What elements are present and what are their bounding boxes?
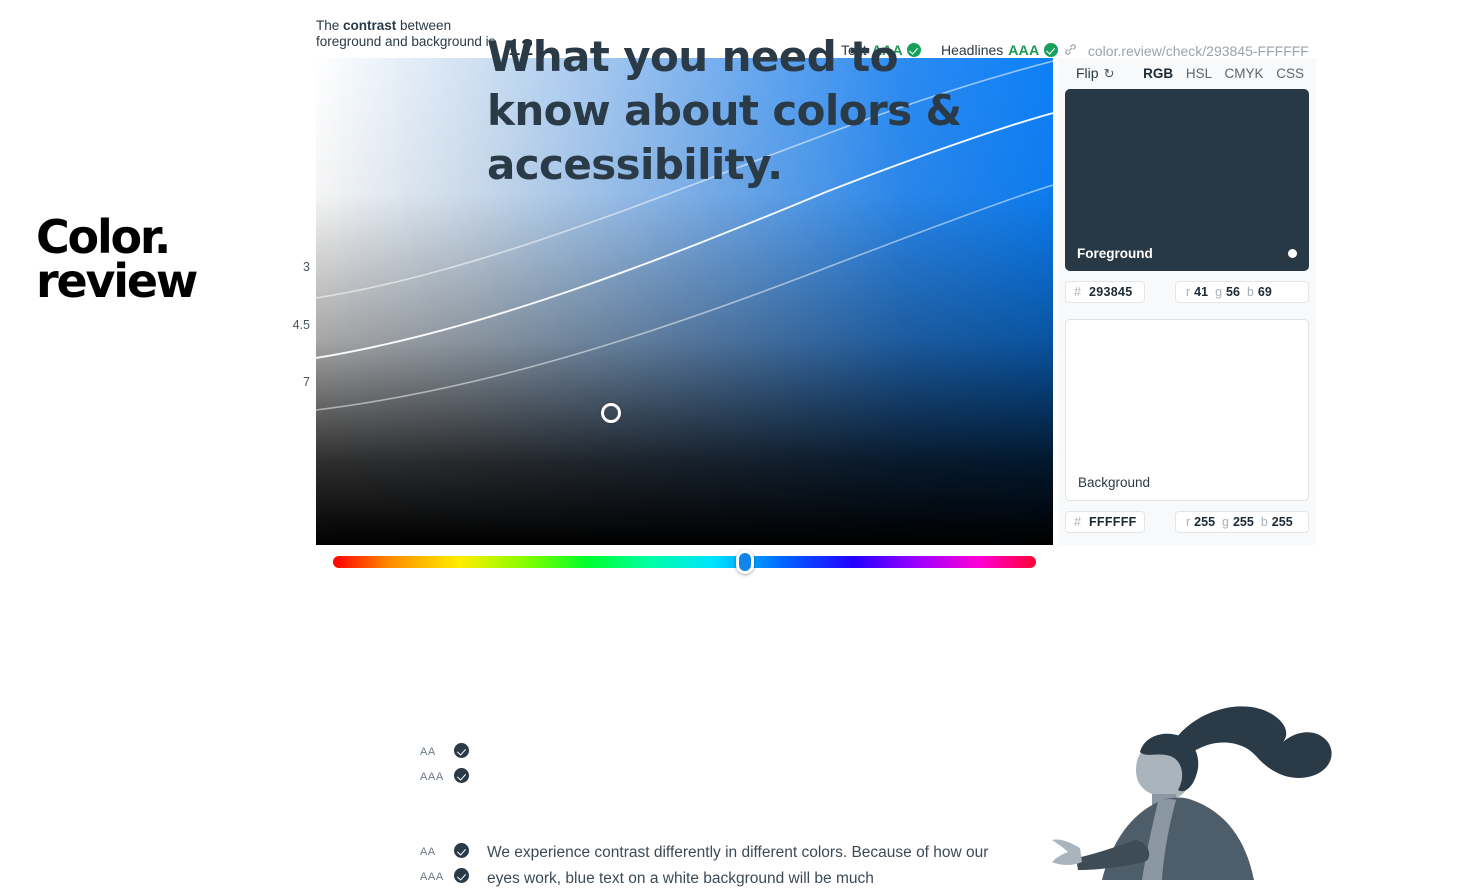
badge-label-aa: AA bbox=[420, 846, 436, 858]
channel-g-key: g bbox=[1222, 515, 1229, 529]
channel-b-key: b bbox=[1260, 515, 1268, 529]
color-values-panel: Flip ↻ RGB HSL CMYK CSS Foreground #29384… bbox=[1058, 58, 1316, 545]
hue-slider[interactable] bbox=[333, 550, 1036, 574]
check-circle-icon bbox=[454, 868, 469, 883]
badge-row-aaa: AAA bbox=[420, 767, 480, 792]
foreground-hex-value: 293845 bbox=[1088, 285, 1133, 299]
foreground-hex-input[interactable]: #293845 bbox=[1065, 281, 1145, 303]
logo-line-2: review bbox=[36, 253, 198, 308]
background-b-value: 255 bbox=[1271, 515, 1293, 529]
foreground-value-row: #293845 r 41 g 56 b 69 bbox=[1065, 281, 1309, 303]
foreground-label: Foreground bbox=[1077, 246, 1153, 261]
foreground-r-value: 41 bbox=[1194, 285, 1209, 299]
person-illustration-svg bbox=[1052, 706, 1332, 880]
axis-label-7: 7 bbox=[303, 375, 310, 389]
check-circle-icon bbox=[454, 768, 469, 783]
badge-row-aa: AA bbox=[420, 842, 480, 867]
tab-hsl[interactable]: HSL bbox=[1186, 66, 1212, 81]
contrast-prefix: The bbox=[316, 18, 344, 33]
flip-label: Flip bbox=[1076, 65, 1099, 81]
hue-slider-thumb[interactable] bbox=[736, 550, 754, 574]
hand-shape bbox=[1052, 839, 1082, 865]
site-logo[interactable]: Color. review bbox=[36, 214, 246, 308]
badge-label-aaa: AAA bbox=[420, 871, 444, 883]
foreground-rgb-input[interactable]: r 41 g 56 b 69 bbox=[1175, 281, 1309, 303]
check-circle-icon bbox=[454, 843, 469, 858]
axis-label-4-5: 4.5 bbox=[292, 318, 310, 332]
check-circle-icon bbox=[1043, 43, 1058, 57]
background-rgb-input[interactable]: r 255 g 255 b 255 bbox=[1175, 511, 1309, 533]
background-hex-value: FFFFFF bbox=[1088, 515, 1137, 529]
background-hex-input[interactable]: # FFFFFF bbox=[1065, 511, 1145, 533]
channel-r-key: r bbox=[1186, 285, 1191, 299]
channel-r-key: r bbox=[1186, 515, 1191, 529]
background-value-row: # FFFFFF r 255 g 255 b 255 bbox=[1065, 511, 1309, 533]
article-body-text: We experience contrast differently in di… bbox=[487, 844, 989, 887]
foreground-swatch[interactable]: Foreground bbox=[1065, 89, 1309, 271]
tab-cmyk[interactable]: CMYK bbox=[1224, 66, 1263, 81]
contrast-axis: 3 4.5 7 bbox=[282, 58, 310, 545]
rotate-icon: ↻ bbox=[1103, 66, 1115, 81]
badge-label-aaa: AAA bbox=[420, 771, 444, 783]
headline-badge-group: AA AAA bbox=[420, 742, 480, 792]
channel-b-key: b bbox=[1246, 285, 1254, 299]
badge-row-aa: AA bbox=[420, 742, 480, 767]
foreground-g-value: 56 bbox=[1226, 285, 1240, 299]
contrast-sentence: The contrast between foreground and back… bbox=[316, 18, 506, 50]
color-picker-marker[interactable] bbox=[601, 403, 621, 423]
permalink[interactable]: color.review/check/293845-FFFFFF bbox=[1064, 43, 1309, 59]
background-r-value: 255 bbox=[1194, 515, 1216, 529]
page-title: What you need to know about colors & acc… bbox=[487, 32, 962, 189]
hash-symbol: # bbox=[1074, 515, 1081, 529]
contrast-bold-word: contrast bbox=[343, 18, 397, 33]
badge-label-aa: AA bbox=[420, 746, 436, 758]
hash-symbol: # bbox=[1074, 285, 1081, 299]
person-illustration bbox=[1040, 690, 1370, 880]
axis-label-3: 3 bbox=[303, 260, 310, 274]
body-badge-group: AA AAA bbox=[420, 842, 480, 892]
tab-rgb[interactable]: RGB bbox=[1143, 66, 1173, 81]
color-mode-tabs: RGB HSL CMYK CSS bbox=[1134, 66, 1304, 81]
tab-css[interactable]: CSS bbox=[1276, 66, 1304, 81]
flip-button[interactable]: Flip ↻ bbox=[1076, 65, 1114, 82]
background-label: Background bbox=[1078, 475, 1151, 490]
foreground-b-value: 69 bbox=[1257, 285, 1272, 299]
check-circle-icon bbox=[454, 743, 469, 758]
foreground-selected-dot bbox=[1288, 249, 1297, 258]
body-shape bbox=[1102, 797, 1254, 880]
panel-top-row: Flip ↻ RGB HSL CMYK CSS bbox=[1066, 62, 1308, 86]
permalink-url: color.review/check/293845-FFFFFF bbox=[1087, 43, 1309, 59]
channel-g-key: g bbox=[1215, 285, 1223, 299]
link-icon bbox=[1064, 43, 1077, 59]
background-swatch[interactable]: Background bbox=[1065, 319, 1309, 501]
background-g-value: 255 bbox=[1232, 515, 1254, 529]
